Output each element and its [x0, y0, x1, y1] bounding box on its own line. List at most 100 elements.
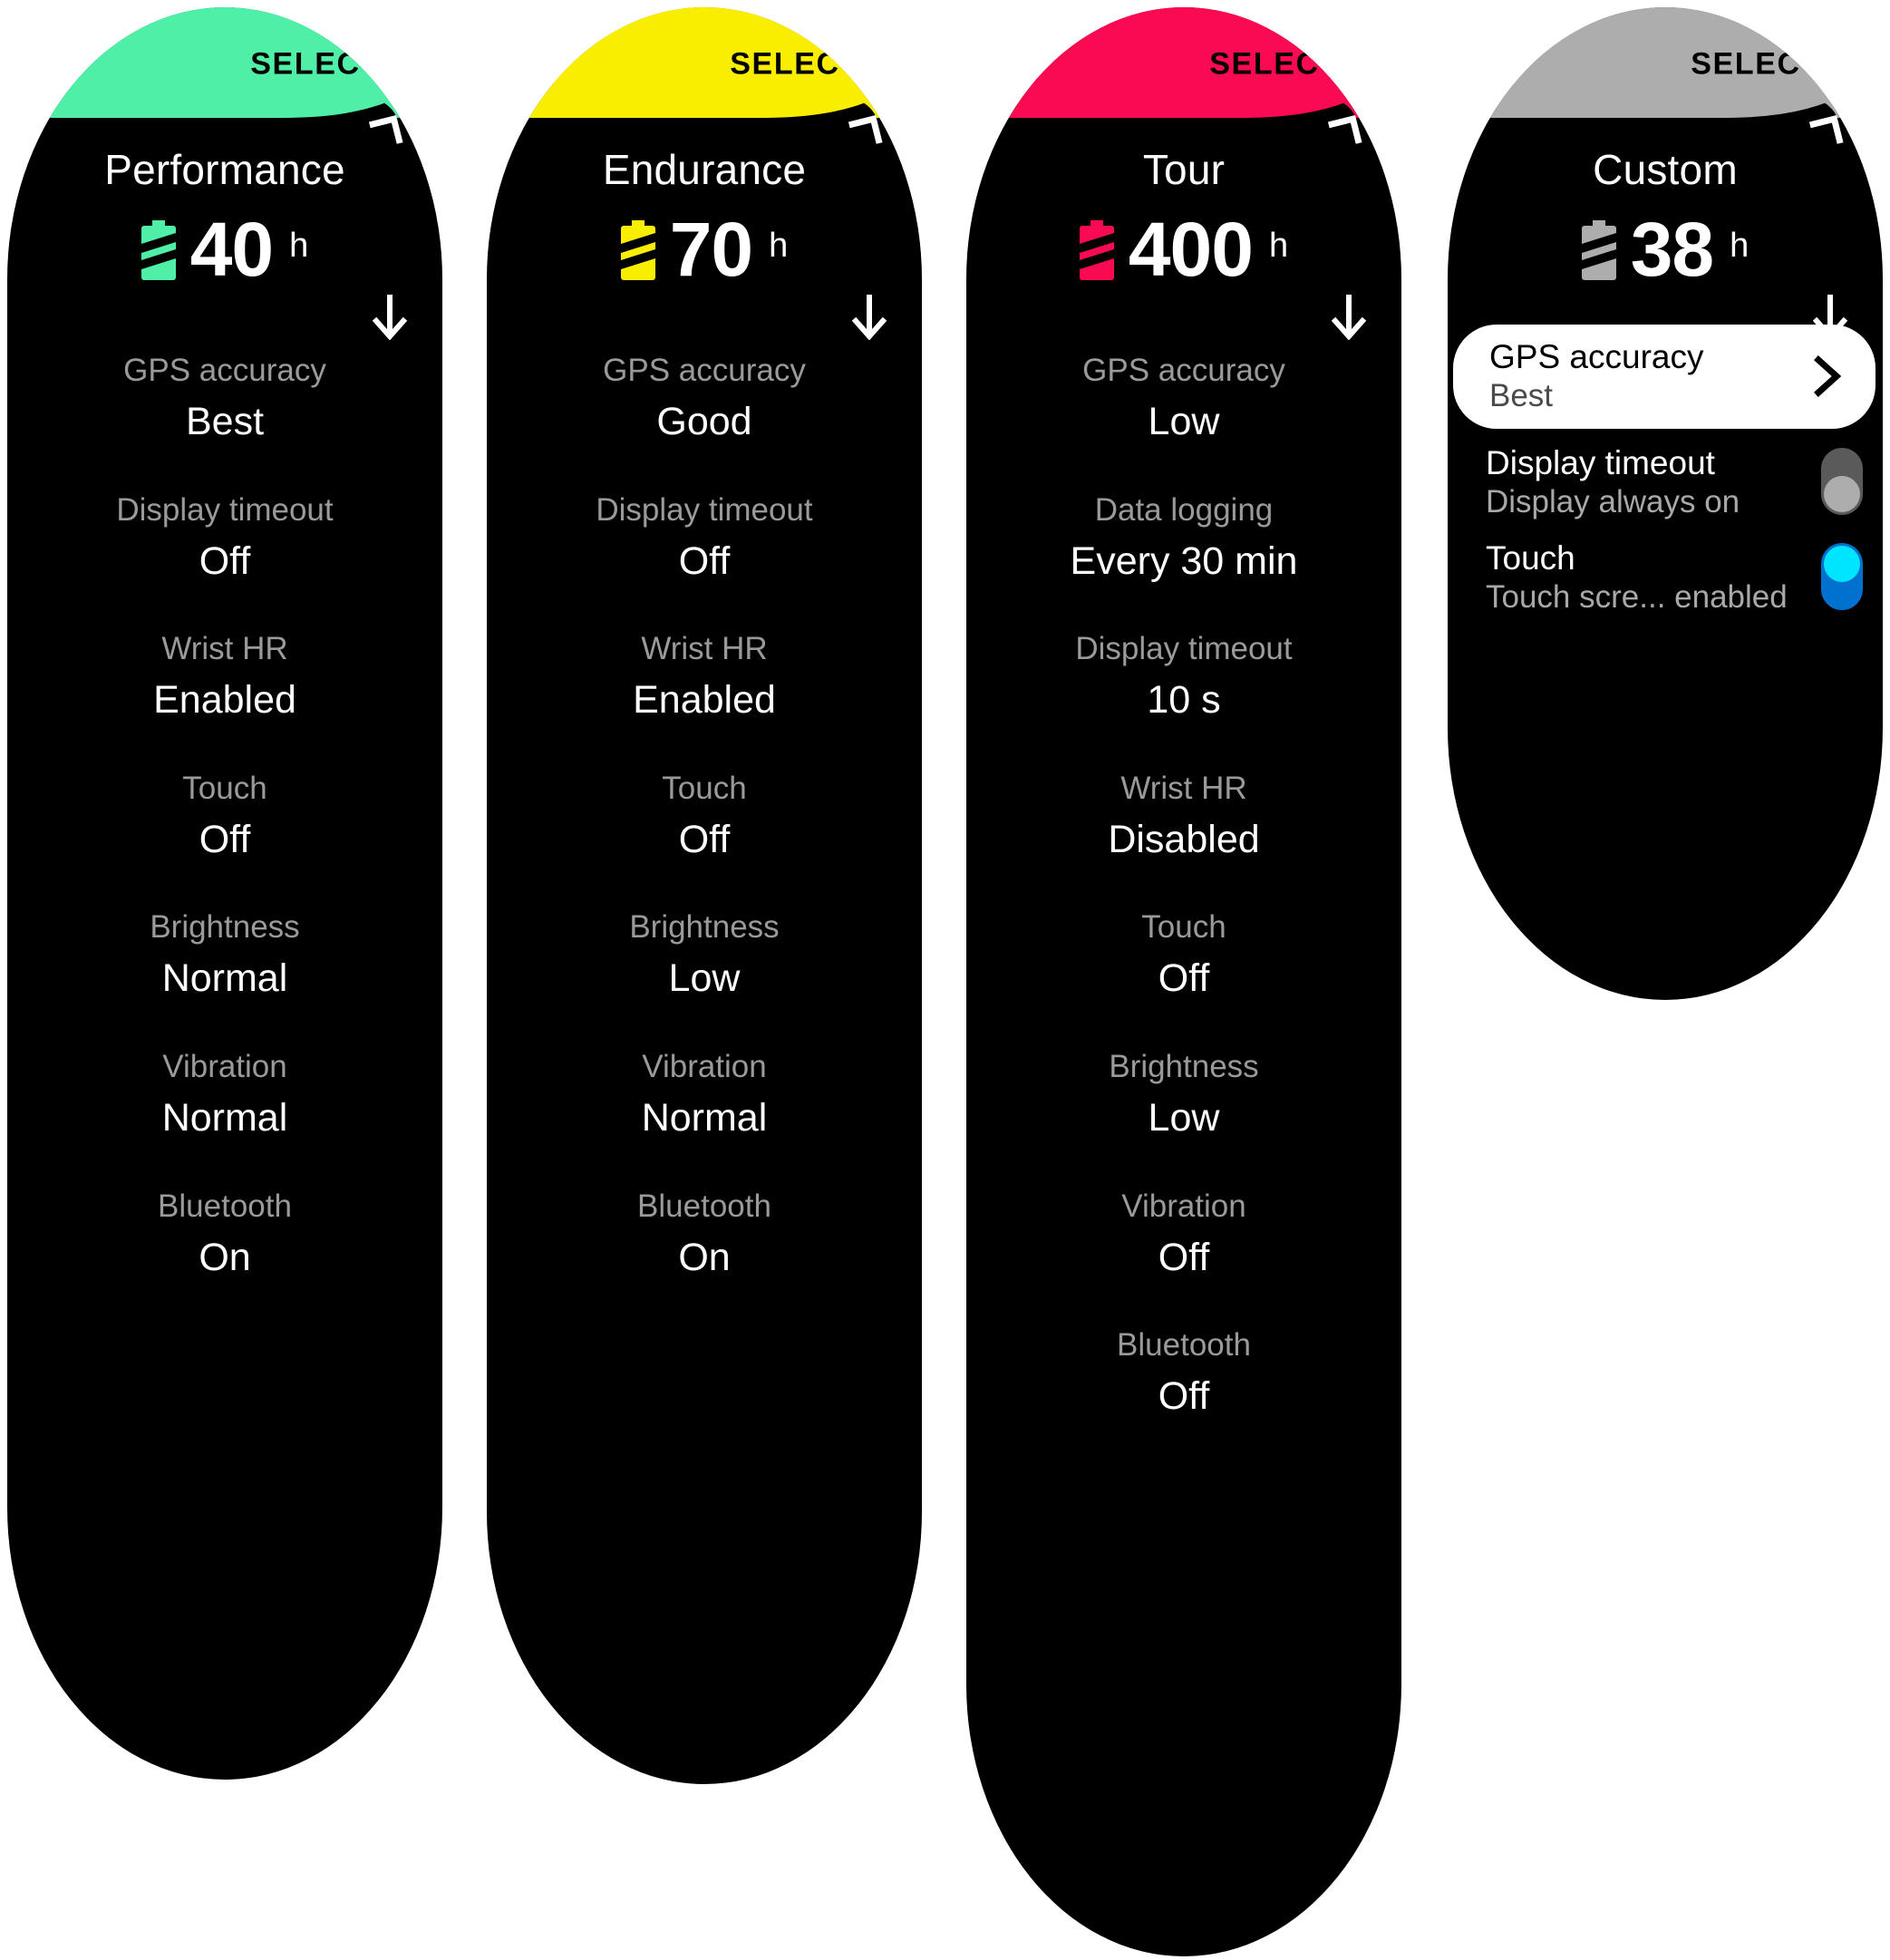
- setting-label: Display timeout: [1075, 631, 1293, 667]
- setting-row[interactable]: Display timeout Off: [7, 491, 442, 586]
- card-title: Custom: [1593, 146, 1738, 193]
- custom-setting-row[interactable]: GPS accuracy Best: [1453, 325, 1875, 429]
- card-title: Performance: [104, 146, 345, 193]
- setting-row[interactable]: Touch Off: [7, 770, 442, 864]
- setting-label: Touch: [1141, 909, 1226, 946]
- corner-arrow-icon: [846, 114, 884, 152]
- battery-estimate: 70 h: [487, 207, 922, 292]
- down-arrow-icon[interactable]: [851, 293, 887, 340]
- setting-value: Off: [199, 539, 251, 583]
- setting-row[interactable]: Touch Off: [966, 908, 1401, 1003]
- battery-hours-unit: h: [769, 227, 789, 265]
- battery-icon: [1079, 219, 1114, 280]
- setting-value: Enabled: [153, 678, 296, 723]
- setting-value: Every 30 min: [1070, 539, 1298, 583]
- settings-list: GPS accuracy Low Data logging Every 30 min D…: [966, 352, 1401, 1466]
- setting-row[interactable]: Bluetooth On: [487, 1188, 922, 1282]
- setting-label: Touch: [662, 770, 747, 806]
- settings-list: GPS accuracy Best Display timeout Off Wrist …: [7, 352, 442, 1326]
- setting-value: Disabled: [1108, 817, 1260, 861]
- custom-setting-value: Best: [1489, 377, 1554, 413]
- toggle-switch[interactable]: [1821, 448, 1863, 516]
- battery-icon: [620, 219, 655, 280]
- custom-setting-row[interactable]: Touch Touch scre... enabled: [1448, 529, 1883, 625]
- setting-label: Display timeout: [596, 491, 813, 528]
- setting-row[interactable]: GPS accuracy Best: [7, 352, 442, 446]
- setting-label: GPS accuracy: [123, 353, 326, 388]
- setting-row[interactable]: Bluetooth On: [7, 1188, 442, 1282]
- battery-hours-value: 38: [1630, 207, 1714, 292]
- setting-label: Vibration: [642, 1048, 767, 1084]
- card-title: Endurance: [602, 146, 807, 193]
- setting-row[interactable]: Wrist HR Enabled: [487, 630, 922, 724]
- custom-setting-row[interactable]: Display timeout Display always on: [1448, 434, 1883, 529]
- battery-estimate: 40 h: [7, 207, 442, 292]
- setting-label: Touch: [182, 770, 267, 806]
- battery-hours-value: 40: [189, 207, 274, 292]
- setting-value: Off: [678, 817, 731, 861]
- setting-row[interactable]: Display timeout 10 s: [966, 630, 1401, 724]
- setting-value: Normal: [161, 1095, 288, 1140]
- setting-row[interactable]: Vibration Normal: [7, 1048, 442, 1142]
- battery-hours-unit: h: [1269, 227, 1289, 265]
- corner-arrow-icon: [366, 114, 404, 152]
- setting-row[interactable]: Brightness Normal: [7, 908, 442, 1003]
- mode-card-tour[interactable]: SELECT Tour 400 h GPS accuracy Low Data loggin…: [966, 7, 1401, 1956]
- down-arrow-icon[interactable]: [372, 293, 408, 340]
- setting-row[interactable]: Wrist HR Enabled: [7, 630, 442, 724]
- battery-icon: [141, 219, 176, 280]
- toggle-knob: [1824, 476, 1860, 513]
- setting-row[interactable]: GPS accuracy Low: [966, 352, 1401, 446]
- corner-arrow-icon: [1325, 114, 1363, 152]
- setting-value: Best: [185, 400, 265, 443]
- setting-label: Data logging: [1094, 491, 1274, 528]
- settings-list: GPS accuracy Good Display timeout Off Wrist …: [487, 352, 922, 1326]
- down-arrow-icon[interactable]: [1331, 293, 1367, 340]
- setting-row[interactable]: Wrist HR Disabled: [966, 770, 1401, 864]
- setting-row[interactable]: Touch Off: [487, 770, 922, 864]
- setting-label: Wrist HR: [161, 631, 288, 667]
- mode-card-performance[interactable]: SELECT Performance 40 h GPS accuracy Best Disp…: [7, 7, 442, 1780]
- card-body-endurance: Endurance 70 h GPS accuracy Good Display time…: [487, 7, 922, 1784]
- setting-label: Brightness: [1109, 1048, 1259, 1084]
- setting-row[interactable]: Display timeout Off: [487, 491, 922, 586]
- chevron-right-icon[interactable]: [1812, 354, 1843, 398]
- custom-setting-label: GPS accuracy: [1489, 338, 1704, 375]
- setting-value: Off: [1158, 956, 1210, 1001]
- setting-value: Normal: [641, 1095, 768, 1140]
- setting-row[interactable]: GPS accuracy Good: [487, 352, 922, 446]
- battery-hours-unit: h: [289, 227, 309, 265]
- setting-label: Brightness: [150, 909, 300, 946]
- setting-label: Wrist HR: [1120, 770, 1247, 806]
- card-title: Tour: [1142, 146, 1226, 193]
- setting-value: Low: [1148, 400, 1220, 443]
- mode-card-endurance[interactable]: SELECT Endurance 70 h GPS accuracy Good Displa…: [487, 7, 922, 1784]
- battery-hours-value: 70: [669, 207, 753, 292]
- setting-label: Vibration: [1121, 1188, 1246, 1224]
- battery-hours-value: 400: [1128, 207, 1254, 292]
- setting-row[interactable]: Vibration Normal: [487, 1048, 922, 1142]
- battery-estimate: 38 h: [1448, 207, 1883, 292]
- setting-row[interactable]: Data logging Every 30 min: [966, 491, 1401, 586]
- custom-setting-label: Touch: [1486, 539, 1575, 577]
- toggle-switch[interactable]: [1821, 543, 1863, 611]
- setting-row[interactable]: Brightness Low: [487, 908, 922, 1003]
- setting-row[interactable]: Bluetooth Off: [966, 1326, 1401, 1421]
- setting-row[interactable]: Brightness Low: [966, 1048, 1401, 1142]
- setting-label: Brightness: [629, 909, 780, 946]
- card-body-tour: Tour 400 h GPS accuracy Low Data logging Every…: [966, 7, 1401, 1956]
- watch-mode-comparison: SELECT Performance 40 h GPS accuracy Best Disp…: [0, 0, 1890, 1960]
- setting-row[interactable]: Vibration Off: [966, 1188, 1401, 1282]
- setting-value: Enabled: [633, 678, 776, 723]
- setting-value: Low: [668, 956, 741, 1001]
- setting-value: On: [678, 1235, 731, 1279]
- custom-setting-label: Display timeout: [1486, 443, 1715, 481]
- card-body-performance: Performance 40 h GPS accuracy Best Display ti…: [7, 7, 442, 1780]
- mode-card-custom[interactable]: SELECT Custom 38 h GPS accuracy Best Display t…: [1448, 7, 1883, 1000]
- custom-settings-list: GPS accuracy Best Display timeout Display a…: [1448, 325, 1883, 625]
- battery-hours-unit: h: [1730, 227, 1749, 265]
- card-body-custom: Custom 38 h GPS accuracy Best Display timeout…: [1448, 7, 1883, 1000]
- setting-value: Normal: [161, 956, 288, 1001]
- setting-label: Bluetooth: [1117, 1327, 1251, 1363]
- setting-label: Vibration: [162, 1048, 287, 1084]
